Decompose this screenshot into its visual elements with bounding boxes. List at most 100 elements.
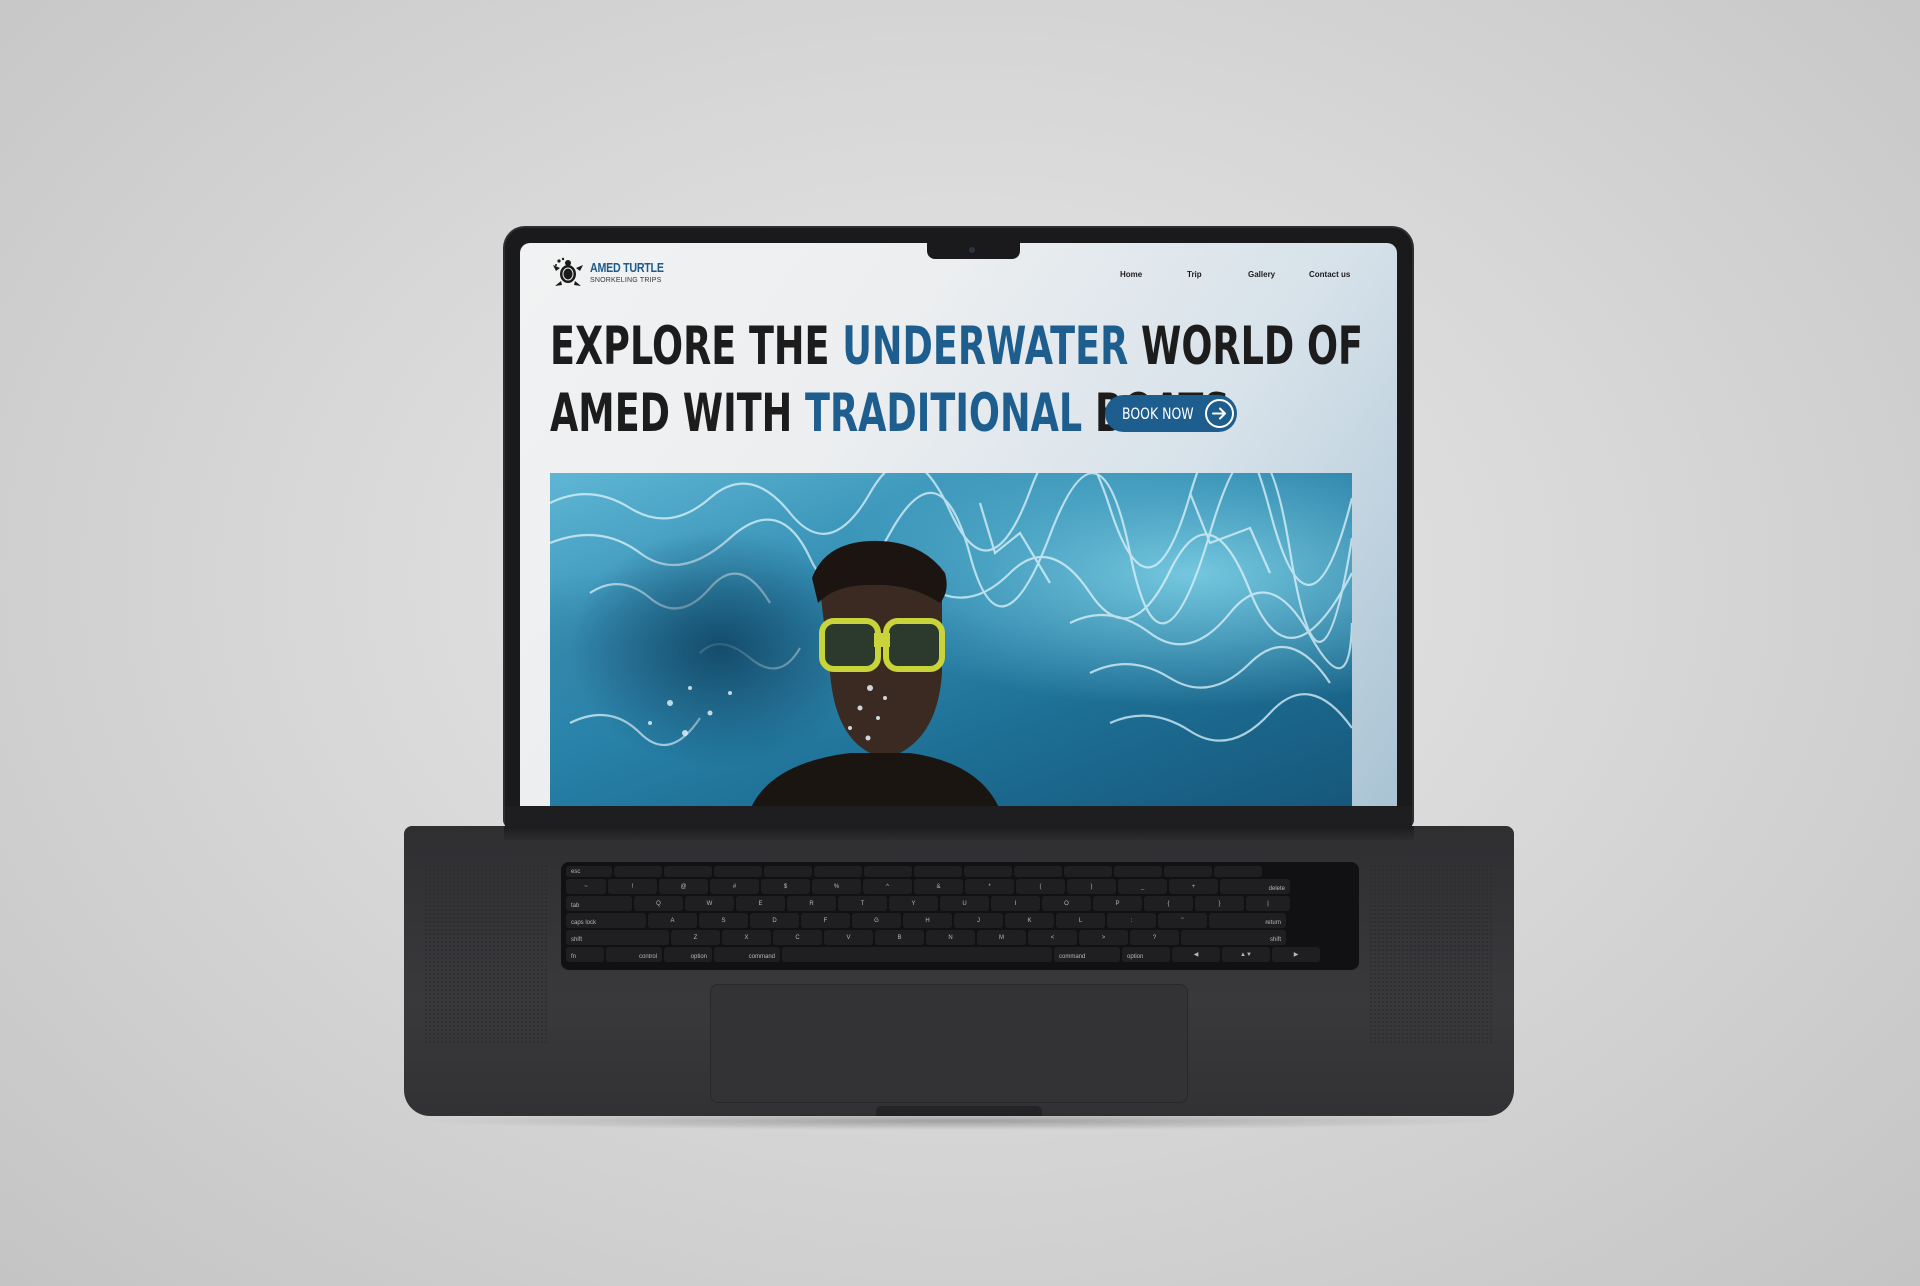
key[interactable]: |: [1246, 896, 1290, 911]
key[interactable]: [864, 866, 912, 877]
key-space[interactable]: [782, 947, 1052, 962]
key[interactable]: K: [1005, 913, 1054, 928]
hero-illustration: [550, 473, 1352, 810]
key[interactable]: [614, 866, 662, 877]
key[interactable]: #: [710, 879, 759, 894]
key[interactable]: ~: [566, 879, 606, 894]
key[interactable]: >: [1079, 930, 1128, 945]
key[interactable]: ": [1158, 913, 1207, 928]
headline-accent: UNDERWATER: [842, 316, 1129, 377]
touch-id-key[interactable]: [1214, 866, 1262, 877]
key[interactable]: <: [1028, 930, 1077, 945]
key[interactable]: Z: [671, 930, 720, 945]
main-nav: Home Trip Gallery Contact us: [520, 270, 1397, 282]
key-tab[interactable]: tab: [566, 896, 632, 911]
key-caps-lock[interactable]: caps lock: [566, 913, 646, 928]
key[interactable]: P: [1093, 896, 1142, 911]
key[interactable]: J: [954, 913, 1003, 928]
key[interactable]: I: [991, 896, 1040, 911]
key[interactable]: [1064, 866, 1112, 877]
key[interactable]: D: [750, 913, 799, 928]
key[interactable]: B: [875, 930, 924, 945]
key[interactable]: F: [801, 913, 850, 928]
key[interactable]: W: [685, 896, 734, 911]
key[interactable]: [814, 866, 862, 877]
key[interactable]: (: [1016, 879, 1065, 894]
speaker-grille-left: [424, 864, 549, 1044]
key[interactable]: T: [838, 896, 887, 911]
key[interactable]: E: [736, 896, 785, 911]
key-delete[interactable]: delete: [1220, 879, 1290, 894]
key-control[interactable]: control: [606, 947, 662, 962]
key[interactable]: +: [1169, 879, 1218, 894]
key[interactable]: $: [761, 879, 810, 894]
key[interactable]: Y: [889, 896, 938, 911]
key[interactable]: H: [903, 913, 952, 928]
key[interactable]: [1164, 866, 1212, 877]
key-command-right[interactable]: command: [1054, 947, 1120, 962]
key[interactable]: [1114, 866, 1162, 877]
key[interactable]: M: [977, 930, 1026, 945]
laptop-lid: AMED TURTLE SNORKELING TRIPS Home Trip G…: [505, 228, 1412, 826]
key[interactable]: A: [648, 913, 697, 928]
key[interactable]: [664, 866, 712, 877]
key-arrow-right[interactable]: ▶: [1272, 947, 1320, 962]
key[interactable]: _: [1118, 879, 1167, 894]
key[interactable]: {: [1144, 896, 1193, 911]
lid-chin: [505, 806, 1412, 826]
key[interactable]: ?: [1130, 930, 1179, 945]
headline-text: WORLD OF: [1128, 316, 1364, 377]
hinge: [504, 826, 1414, 840]
key[interactable]: [1014, 866, 1062, 877]
key-option-left[interactable]: option: [664, 947, 712, 962]
nav-item-gallery[interactable]: Gallery: [1248, 270, 1275, 279]
key-esc[interactable]: esc: [566, 866, 612, 877]
key[interactable]: [914, 866, 962, 877]
key-shift-right[interactable]: shift: [1181, 930, 1286, 945]
key[interactable]: @: [659, 879, 708, 894]
key[interactable]: O: [1042, 896, 1091, 911]
headline-accent: TRADITIONAL: [804, 383, 1083, 444]
key[interactable]: [714, 866, 762, 877]
key-arrow-up-down[interactable]: ▲▼: [1222, 947, 1270, 962]
key[interactable]: V: [824, 930, 873, 945]
key[interactable]: L: [1056, 913, 1105, 928]
key[interactable]: [764, 866, 812, 877]
key[interactable]: ^: [863, 879, 912, 894]
key[interactable]: %: [812, 879, 861, 894]
key[interactable]: S: [699, 913, 748, 928]
nav-item-contact[interactable]: Contact us: [1309, 270, 1350, 279]
key[interactable]: N: [926, 930, 975, 945]
key-shift-left[interactable]: shift: [566, 930, 669, 945]
keyboard-row-home: caps lock A S D F G H J K L : " return: [566, 913, 1354, 928]
key[interactable]: :: [1107, 913, 1156, 928]
keyboard-row-function: esc: [566, 866, 1354, 877]
key[interactable]: [964, 866, 1012, 877]
key[interactable]: G: [852, 913, 901, 928]
keyboard[interactable]: esc ~ ! @ # $ % ^ & * ( ) _ + delete tab…: [561, 862, 1359, 970]
key[interactable]: *: [965, 879, 1014, 894]
laptop-shadow: [410, 1112, 1510, 1130]
key[interactable]: &: [914, 879, 963, 894]
book-now-button[interactable]: BOOK NOW: [1105, 395, 1237, 432]
keyboard-row-qwerty: tab Q W E R T Y U I O P { } |: [566, 896, 1354, 911]
key[interactable]: }: [1195, 896, 1244, 911]
key[interactable]: ): [1067, 879, 1116, 894]
key[interactable]: C: [773, 930, 822, 945]
key-arrow-left[interactable]: ◀: [1172, 947, 1220, 962]
headline-line-1: EXPLORE THE UNDERWATER WORLD OF: [550, 313, 1363, 380]
key[interactable]: R: [787, 896, 836, 911]
key[interactable]: Q: [634, 896, 683, 911]
nav-item-trip[interactable]: Trip: [1187, 270, 1202, 279]
nav-item-home[interactable]: Home: [1120, 270, 1142, 279]
key-option-right[interactable]: option: [1122, 947, 1170, 962]
key[interactable]: X: [722, 930, 771, 945]
headline-text: AMED WITH: [550, 383, 805, 444]
key-fn[interactable]: fn: [566, 947, 604, 962]
key-command-left[interactable]: command: [714, 947, 780, 962]
trackpad[interactable]: [710, 984, 1188, 1103]
hero-image-snorkeler: [550, 473, 1352, 810]
key[interactable]: U: [940, 896, 989, 911]
key[interactable]: !: [608, 879, 657, 894]
key-return[interactable]: return: [1209, 913, 1286, 928]
